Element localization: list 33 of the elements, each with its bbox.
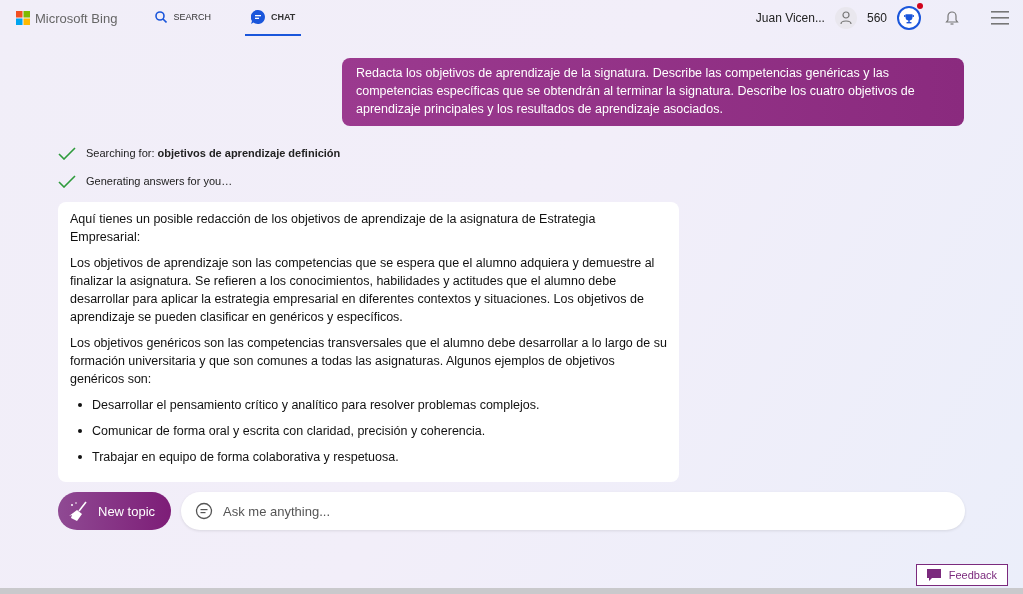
bullet-dot xyxy=(78,403,82,407)
user-message: Redacta los objetivos de aprendizaje de la signatura. Describe las competencias genéricas y las competencias específicas que se obtendrán al terminar la signatura. Describe los cuatro objetivos de aprendizaje principales y los resultados de aprendizaje asociados. xyxy=(342,58,964,126)
nav-tab[interactable]: CHAT xyxy=(244,0,302,36)
user-name[interactable]: Juan Vicen... xyxy=(755,11,825,25)
bell-icon xyxy=(945,11,959,25)
answer-paragraph: Los objetivos genéricos son las competencias transversales que el alumno debe desarrollar a lo largo de su formación universitaria y que son comunes a todas las asignaturas. Algunos ejemplos de objetivos genéricos son: xyxy=(70,335,667,388)
microsoft-logo-icon xyxy=(16,11,30,25)
rewards-button[interactable] xyxy=(897,6,921,30)
nav-tab[interactable]: SEARCH xyxy=(149,0,217,36)
points-count: 560 xyxy=(866,11,887,25)
chat-bubble-icon xyxy=(250,10,265,24)
answer-paragraph: Los objetivos de aprendizaje son las competencias que se espera que el alumno adquiera y demuestre al finalizar la asignatura. Se refieren a los conocimientos, habilidades y actitudes que el alumno debe desarrollar para aplicar la estrategia empresarial en diferentes contextos y situaciones. Los objetivos de aprendizaje se pueden clasificar en genéricos y específicos. xyxy=(70,255,656,326)
chat-bubble-icon xyxy=(195,502,214,520)
bullet-text: Trabajar en equipo de forma colaborativa y respetuosa. xyxy=(92,449,399,466)
answer-paragraph: Aquí tienes un posible redacción de los objetivos de aprendizaje de la asignatura de Estrategia Empresarial: xyxy=(70,211,597,246)
bullet-dot xyxy=(78,429,82,433)
avatar[interactable] xyxy=(834,7,857,29)
progress-text: Searching for: objetivos de aprendizaje definición xyxy=(86,147,341,159)
speech-bubble-icon xyxy=(926,569,941,581)
new-topic-button[interactable]: New topic xyxy=(58,492,172,530)
logo-text: Microsoft Bing xyxy=(35,10,118,26)
progress-text: Generating answers for you… xyxy=(86,175,233,187)
bullet-dot xyxy=(78,455,82,459)
search-icon xyxy=(155,11,168,23)
person-icon xyxy=(839,11,852,25)
feedback-button[interactable]: Feedback xyxy=(915,564,1008,586)
input-bar[interactable]: Ask me anything... xyxy=(181,492,965,530)
ask-input-field[interactable]: Ask me anything... xyxy=(221,502,951,520)
trophy-icon xyxy=(902,11,916,25)
broom-icon xyxy=(68,501,88,521)
bullet-text: Comunicar de forma oral y escrita con claridad, precisión y coherencia. xyxy=(92,423,486,440)
bullet-text: Desarrollar el pensamiento crítico y analítico para resolver problemas complejos. xyxy=(92,397,540,414)
menu-icon xyxy=(991,11,1009,25)
